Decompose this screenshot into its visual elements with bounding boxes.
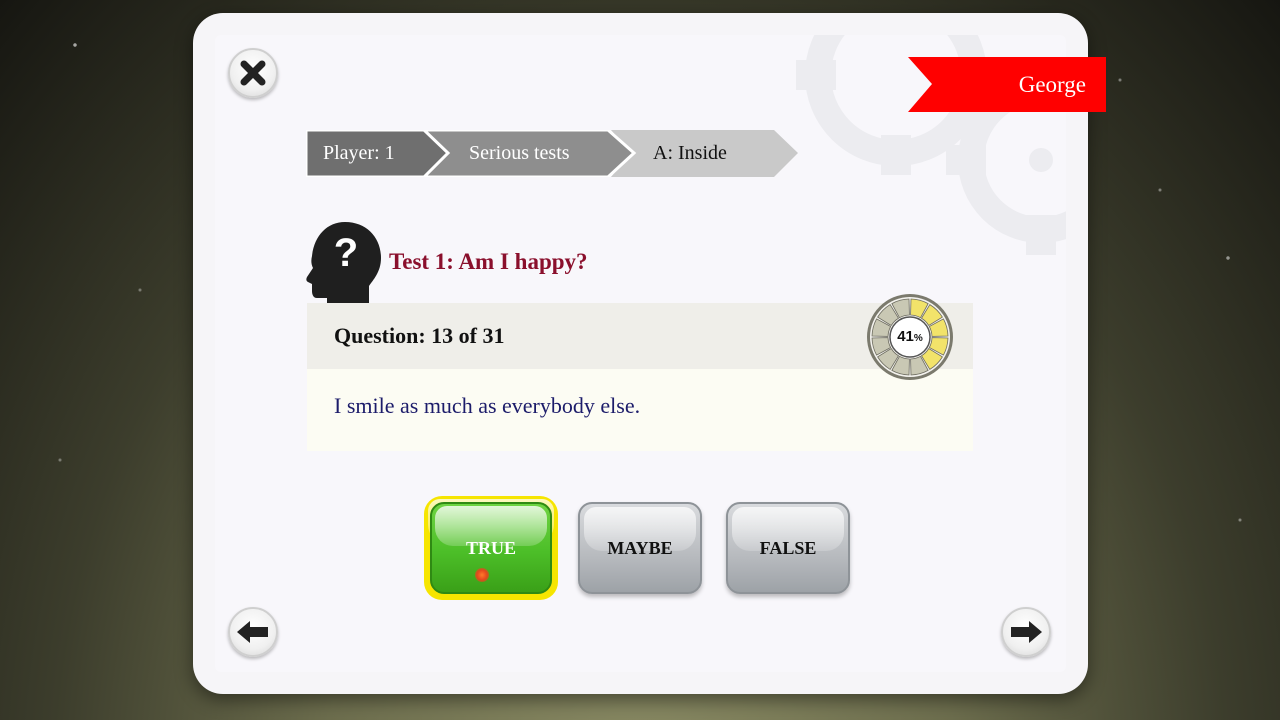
progress-percent: 41% <box>866 293 954 381</box>
question-text: I smile as much as everybody else. <box>334 393 641 418</box>
progress-gauge: 41% <box>866 293 954 381</box>
arrow-left-icon <box>237 621 268 643</box>
arrow-right-icon <box>1011 621 1042 643</box>
progress-value: 41 <box>897 328 914 345</box>
breadcrumb-label: Player: 1 <box>323 142 395 164</box>
answer-true-button[interactable]: TRUE <box>424 496 558 600</box>
answer-false-label: FALSE <box>759 537 817 558</box>
question-counter: Question: 13 of 31 <box>334 323 505 348</box>
tap-indicator <box>475 568 489 582</box>
next-button[interactable] <box>1001 607 1051 657</box>
head-question-icon: ? <box>306 222 381 310</box>
test-title: Test 1: Am I happy? <box>389 249 588 274</box>
svg-text:?: ? <box>334 231 358 275</box>
close-icon <box>240 60 266 86</box>
close-button[interactable] <box>228 48 278 98</box>
previous-button[interactable] <box>228 607 278 657</box>
answer-true-label: TRUE <box>465 537 516 558</box>
player-name-ribbon: George <box>908 57 1106 112</box>
question-body: I smile as much as everybody else. <box>307 369 973 451</box>
answer-maybe-button[interactable]: MAYBE <box>578 502 702 594</box>
answer-false-button[interactable]: FALSE <box>726 502 850 594</box>
breadcrumb-label: Serious tests <box>469 142 570 164</box>
progress-unit: % <box>913 333 923 344</box>
answer-true-face: TRUE <box>430 502 552 594</box>
player-name: George <box>1018 72 1086 97</box>
breadcrumb-label: A: Inside <box>653 142 727 164</box>
answer-maybe-label: MAYBE <box>607 537 673 558</box>
